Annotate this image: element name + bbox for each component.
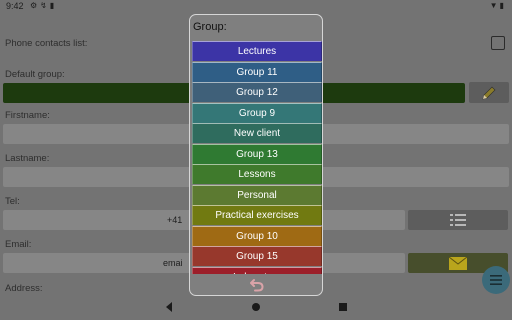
home-icon[interactable]	[251, 301, 261, 313]
default-group-label: Default group:	[5, 69, 65, 80]
back-icon[interactable]	[164, 301, 174, 313]
group-item[interactable]: Group 10	[192, 225, 322, 246]
phone-contacts-label: Phone contacts list:	[5, 38, 88, 49]
envelope-icon	[449, 256, 467, 270]
group-list: Lectures Group 11 Group 12 Group 9 New clien…	[192, 41, 322, 274]
list-icon	[450, 214, 466, 226]
group-item[interactable]: Practical exercises	[192, 205, 322, 225]
undo-icon	[250, 279, 264, 292]
email-label: Email:	[5, 239, 32, 250]
system-icons: ▼▮	[490, 1, 506, 10]
navigation-bar	[0, 296, 512, 320]
address-label: Address:	[5, 283, 43, 294]
menu-icon	[490, 275, 502, 285]
wifi-icon: ▼	[489, 1, 500, 10]
lastname-label: Lastname:	[5, 153, 50, 164]
status-icons: ⚙↯▮	[30, 1, 57, 10]
group-item[interactable]: Laboratory	[192, 266, 322, 274]
pencil-icon	[482, 86, 496, 99]
group-item[interactable]: Group 13	[192, 143, 322, 164]
edit-group-button[interactable]	[469, 82, 509, 103]
group-item[interactable]: Lessons	[192, 164, 322, 184]
clock: 9:42	[6, 1, 24, 11]
recents-icon[interactable]	[338, 301, 348, 313]
group-item[interactable]: New client	[192, 123, 322, 143]
group-item[interactable]: Group 12	[192, 82, 322, 102]
sync-icon: ↯	[40, 1, 50, 10]
phone-contacts-checkbox[interactable]	[491, 36, 505, 50]
sd-card-icon: ▮	[49, 1, 58, 10]
email-value: emai	[163, 258, 183, 268]
group-item[interactable]: Group 9	[192, 102, 322, 123]
tel-value: +41	[167, 215, 183, 225]
group-item[interactable]: Group 15	[192, 246, 322, 266]
firstname-label: Firstname:	[5, 110, 50, 121]
dialog-title: Group:	[193, 21, 227, 33]
group-dialog: Group: Lectures Group 11 Group 12 Group 9 Ne…	[189, 14, 323, 296]
battery-icon: ▮	[499, 1, 506, 10]
group-item[interactable]: Personal	[192, 184, 322, 205]
tel-label: Tel:	[5, 196, 20, 207]
undo-button[interactable]	[247, 277, 267, 293]
tel-contacts-button[interactable]	[408, 210, 508, 230]
gear-icon: ⚙	[30, 1, 41, 10]
group-item[interactable]: Group 11	[192, 61, 322, 82]
group-item[interactable]: Lectures	[192, 41, 322, 61]
status-bar: 9:42 ⚙↯▮ ▼▮	[0, 0, 512, 14]
menu-fab[interactable]	[482, 266, 510, 294]
